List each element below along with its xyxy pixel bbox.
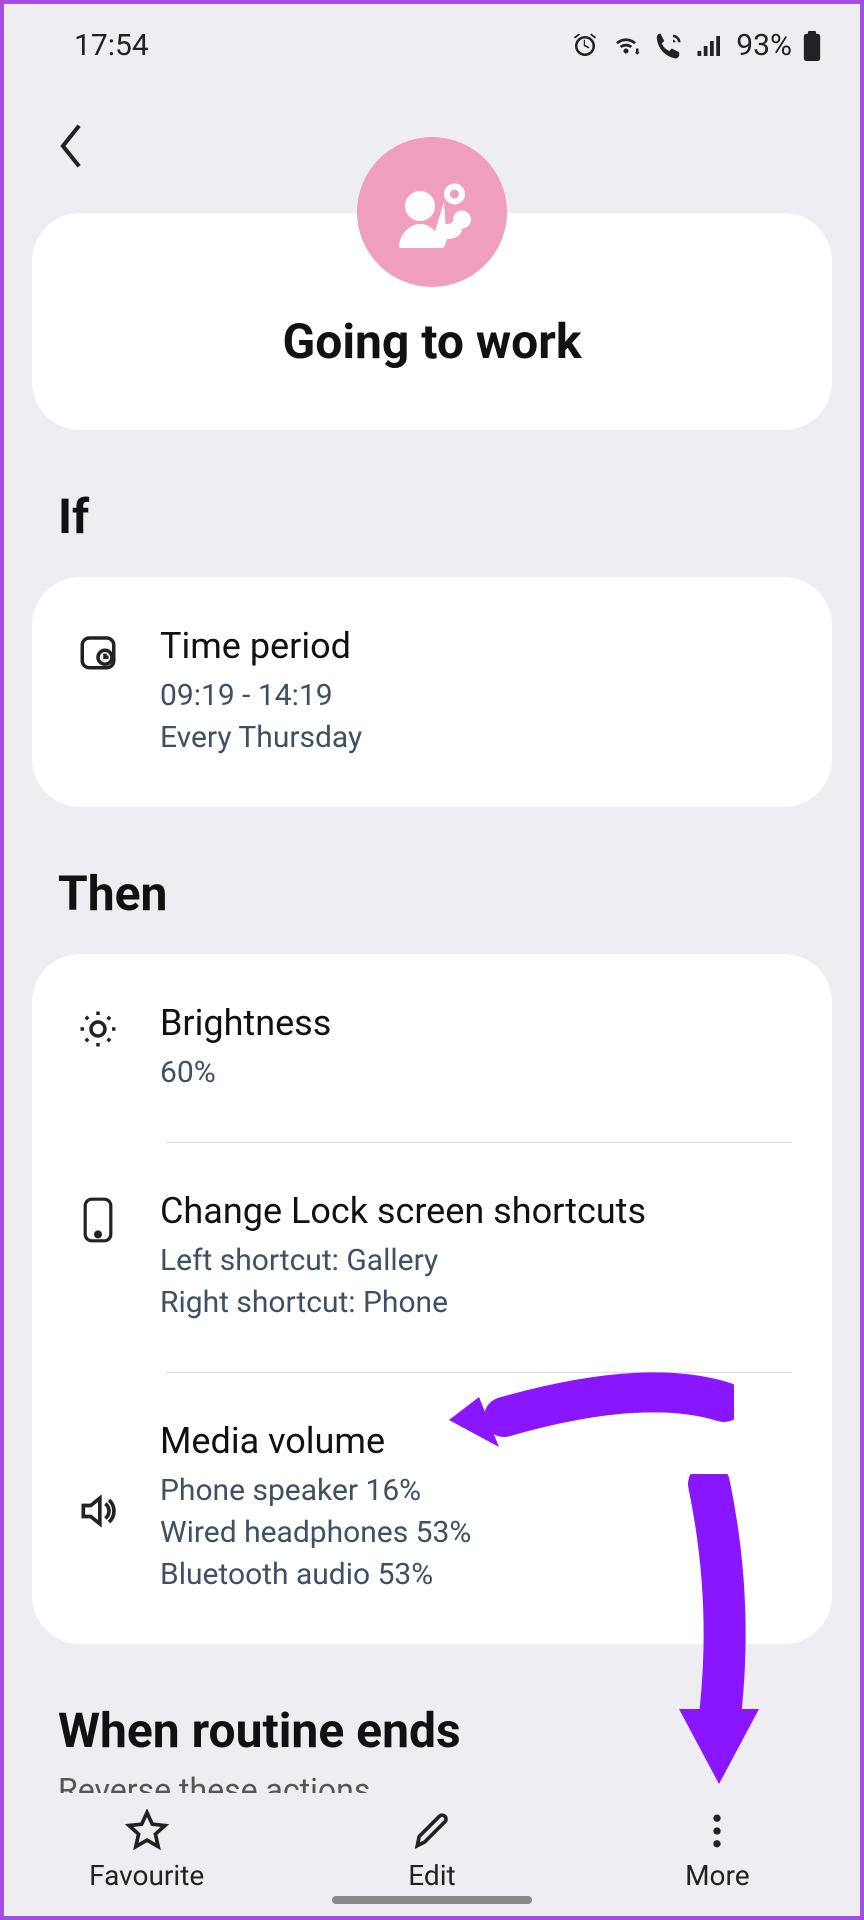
battery-text: 93% <box>736 28 792 63</box>
if-item-title: Time period <box>160 625 792 667</box>
if-item-repeat: Every Thursday <box>160 717 792 759</box>
then-lockscreen-item[interactable]: Change Lock screen shortcuts Left shortc… <box>32 1142 832 1372</box>
calendar-clock-icon <box>68 625 128 673</box>
then-item-sub: 60% <box>160 1052 792 1094</box>
routine-title: Going to work <box>52 313 812 370</box>
pencil-icon <box>410 1809 454 1853</box>
battery-icon <box>802 31 822 61</box>
if-card: Time period 09:19 - 14:19 Every Thursday <box>32 577 832 807</box>
star-icon <box>125 1809 169 1853</box>
annotation-arrow-1 <box>444 1362 734 1472</box>
if-header: If <box>58 488 860 545</box>
status-time: 17:54 <box>74 28 149 63</box>
then-item-title: Change Lock screen shortcuts <box>160 1190 792 1232</box>
routine-header-card: Going to work <box>32 213 832 430</box>
edit-button[interactable]: Edit <box>332 1809 532 1892</box>
routine-icon <box>357 137 507 287</box>
wifi-calling-icon <box>652 31 684 61</box>
status-bar: 17:54 93% <box>4 4 860 73</box>
gesture-bar[interactable] <box>332 1896 532 1904</box>
then-header: Then <box>58 865 860 922</box>
signal-icon <box>694 31 726 61</box>
if-time-period-item[interactable]: Time period 09:19 - 14:19 Every Thursday <box>32 577 832 807</box>
phone-icon <box>68 1190 128 1244</box>
more-label: More <box>685 1859 750 1892</box>
then-item-sub: Right shortcut: Phone <box>160 1282 792 1324</box>
then-brightness-item[interactable]: Brightness 60% <box>32 954 832 1142</box>
alarm-icon <box>570 31 600 61</box>
favourite-button[interactable]: Favourite <box>47 1809 247 1892</box>
favourite-label: Favourite <box>89 1859 204 1892</box>
then-item-title: Brightness <box>160 1002 792 1044</box>
then-item-sub: Left shortcut: Gallery <box>160 1240 792 1282</box>
edit-label: Edit <box>408 1859 455 1892</box>
status-icons: 93% <box>570 28 822 63</box>
if-item-time: 09:19 - 14:19 <box>160 675 792 717</box>
speaker-icon <box>68 1483 128 1533</box>
brightness-icon <box>68 1002 128 1050</box>
more-button[interactable]: More <box>617 1809 817 1892</box>
more-icon <box>695 1809 739 1853</box>
wifi-icon <box>610 31 642 61</box>
annotation-arrow-2 <box>654 1474 784 1794</box>
